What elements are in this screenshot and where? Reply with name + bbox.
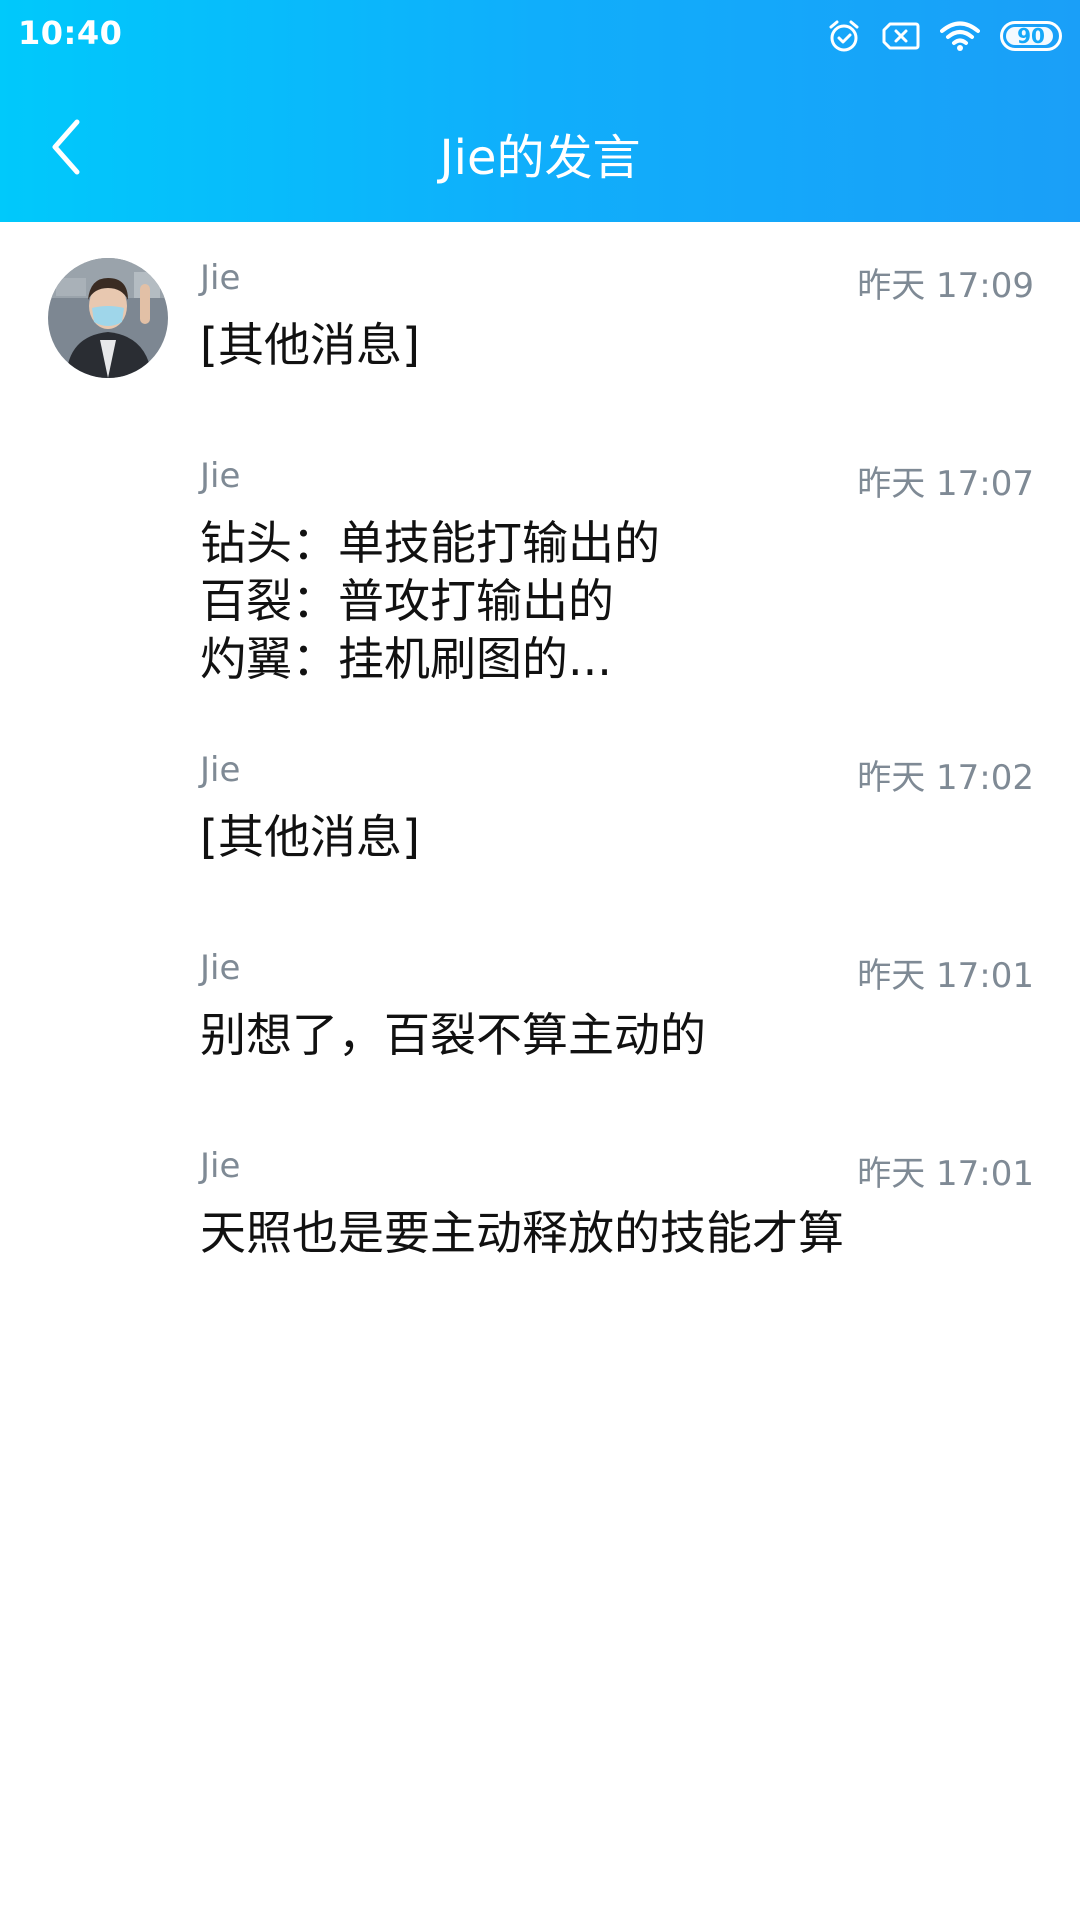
message-time: 昨天 17:01 (857, 956, 1034, 996)
message-item[interactable]: Jie 昨天 17:07 钻头：单技能打输出的 百裂：普攻打输出的 灼翼：挂机刷… (0, 420, 1080, 714)
status-time: 10:40 (18, 14, 123, 52)
sender-name: Jie (200, 948, 241, 988)
message-line: 百裂：普攻打输出的 (200, 574, 614, 628)
message-item[interactable]: Jie 昨天 17:02 [其他消息] (0, 714, 1080, 912)
message-line: 钻头：单技能打输出的 (200, 516, 660, 570)
message-list: Jie 昨天 17:09 [其他消息] Jie 昨天 17:07 钻头：单技能打… (0, 222, 1080, 1308)
message-line: [其他消息] (200, 318, 420, 372)
message-content: 别想了，百裂不算主动的 (200, 1006, 1020, 1064)
sim-none-icon (882, 21, 920, 51)
wifi-icon (940, 20, 980, 52)
avatar[interactable] (48, 258, 168, 378)
message-item[interactable]: Jie 昨天 17:01 天照也是要主动释放的技能才算 (0, 1110, 1080, 1308)
page-title: Jie的发言 (439, 130, 641, 186)
message-time: 昨天 17:01 (857, 1154, 1034, 1194)
message-content: 钻头：单技能打输出的 百裂：普攻打输出的 灼翼：挂机刷图的... (200, 514, 1020, 688)
message-item[interactable]: Jie 昨天 17:09 [其他消息] (0, 222, 1080, 420)
message-content: 天照也是要主动释放的技能才算 (200, 1204, 1020, 1262)
header-bar: 10:40 90 Jie的发言 (0, 0, 1080, 222)
battery-level: 90 (1017, 24, 1045, 48)
status-icons: 90 (826, 16, 1062, 56)
sender-name: Jie (200, 456, 241, 496)
message-content: [其他消息] (200, 316, 1020, 374)
message-time: 昨天 17:07 (857, 464, 1034, 504)
message-line: [其他消息] (200, 810, 420, 864)
message-item[interactable]: Jie 昨天 17:01 别想了，百裂不算主动的 (0, 912, 1080, 1110)
sender-name: Jie (200, 1146, 241, 1186)
message-time: 昨天 17:09 (857, 266, 1034, 306)
screen: 10:40 90 Jie的发言 Jie 昨天 17:09 [其他消息] Jie … (0, 0, 1080, 1920)
message-line: 灼翼：挂机刷图的... (200, 632, 612, 686)
message-line: 天照也是要主动释放的技能才算 (200, 1206, 844, 1260)
sender-name: Jie (200, 750, 241, 790)
message-time: 昨天 17:02 (857, 758, 1034, 798)
sender-name: Jie (200, 258, 241, 298)
message-content: [其他消息] (200, 808, 1020, 866)
alarm-icon (826, 18, 862, 54)
battery-icon: 90 (1000, 21, 1062, 51)
message-line: 别想了，百裂不算主动的 (200, 1008, 706, 1062)
